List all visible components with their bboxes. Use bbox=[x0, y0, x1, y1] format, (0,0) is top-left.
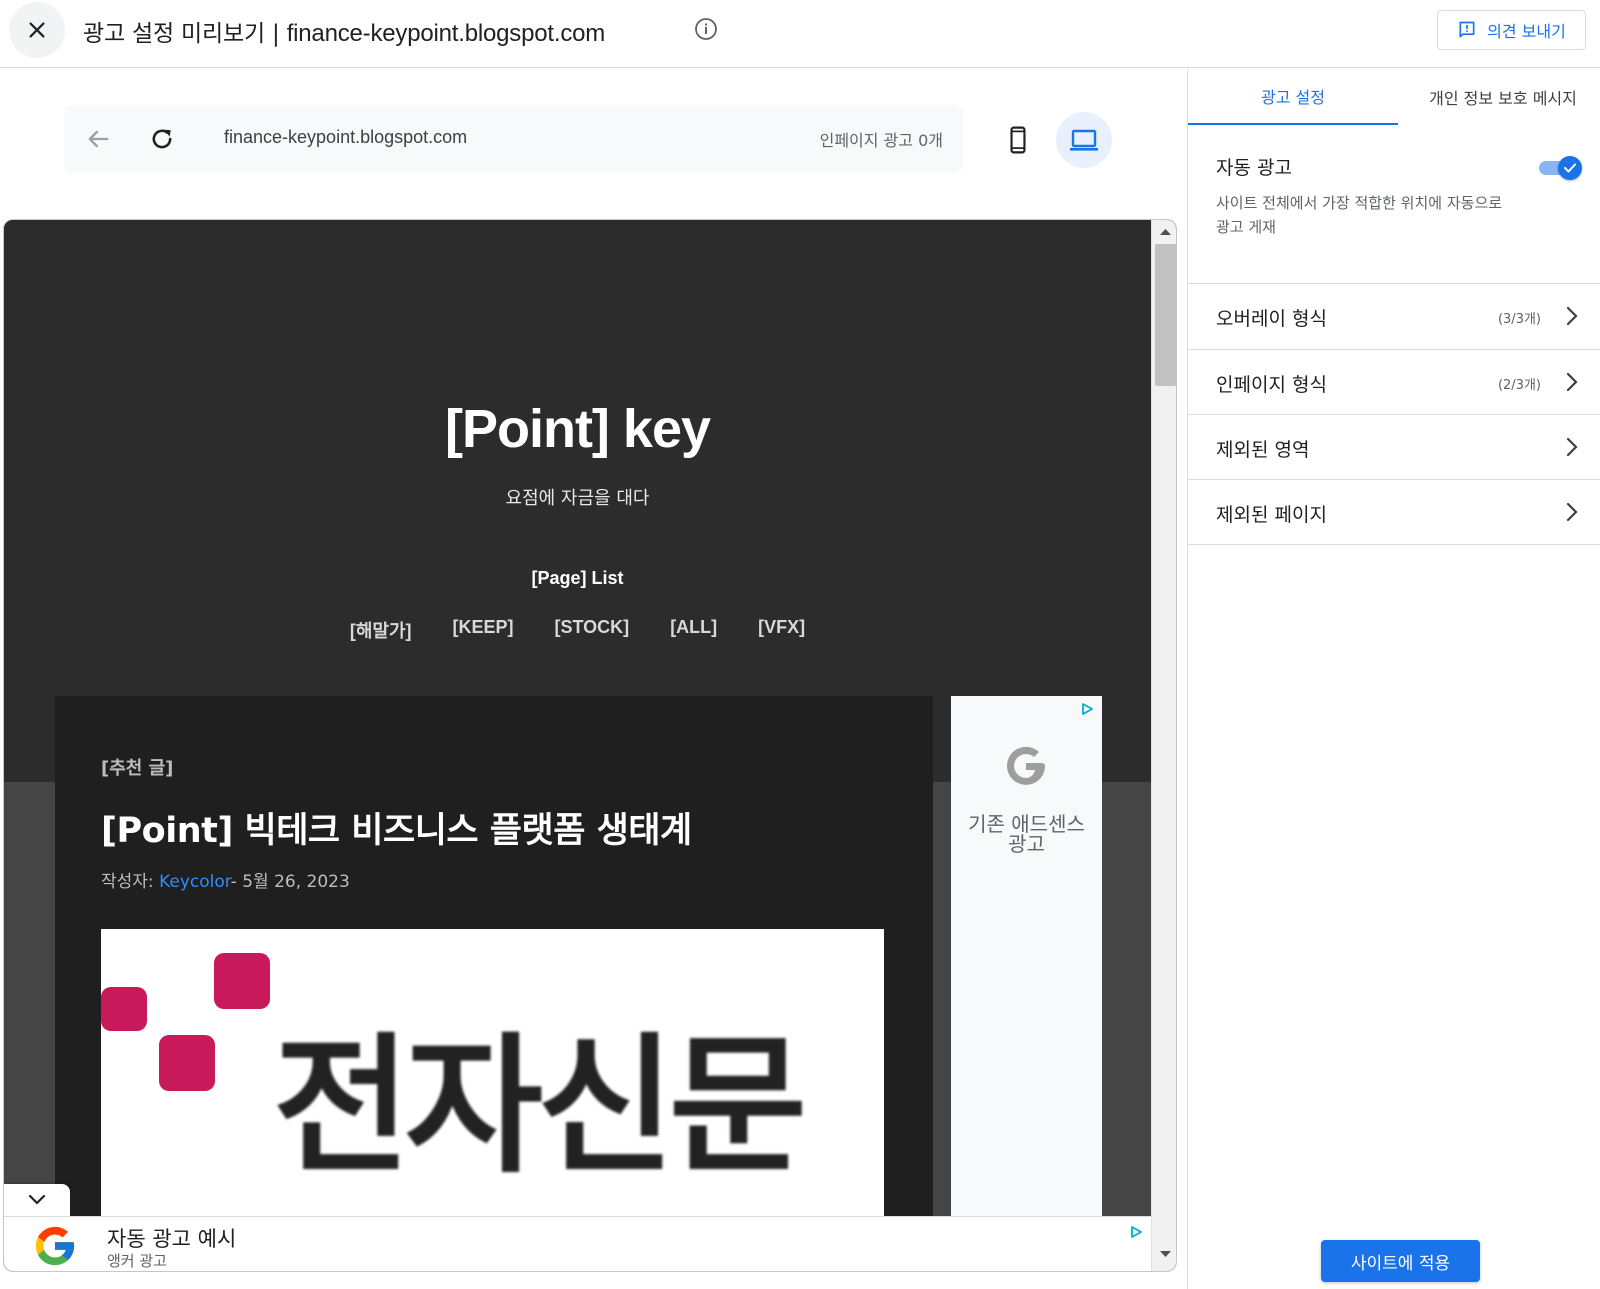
scroll-up-arrow-icon[interactable] bbox=[1160, 228, 1171, 236]
page-list-heading: [Page] List bbox=[531, 568, 624, 588]
menu-item-stock[interactable]: [STOCK] bbox=[555, 617, 630, 643]
menu-item-all[interactable]: [ALL] bbox=[670, 617, 717, 643]
row-count: (2/3개) bbox=[1497, 378, 1541, 393]
post-meta: 작성자: Keycolor- 5월 26, 2023 bbox=[101, 867, 350, 892]
info-icon[interactable] bbox=[694, 17, 718, 41]
apply-to-site-button[interactable]: 사이트에 적용 bbox=[1321, 1240, 1480, 1282]
inpage-ad-count: 인페이지 광고 0개 bbox=[819, 131, 943, 150]
settings-panel: 광고 설정 개인 정보 보호 메시지 자동 광고 사이트 전체에서 가장 적합한… bbox=[1187, 69, 1600, 1289]
row-label: 오버레이 형식 bbox=[1216, 308, 1327, 330]
menu-item-vfx[interactable]: [VFX] bbox=[758, 617, 805, 643]
chevron-right-icon bbox=[1566, 502, 1578, 522]
mobile-preview-button[interactable] bbox=[996, 118, 1040, 162]
chevron-right-icon bbox=[1566, 437, 1578, 457]
feedback-button[interactable]: 의견 보내기 bbox=[1437, 10, 1586, 50]
anchor-ad-subtitle: 앵커 광고 bbox=[107, 1252, 167, 1270]
google-g-icon bbox=[35, 1226, 75, 1266]
scrollbar-thumb[interactable] bbox=[1155, 244, 1176, 386]
author-prefix: 작성자: bbox=[101, 872, 160, 892]
divider bbox=[1188, 544, 1600, 545]
side-ad-line1: 기존 애드센스 bbox=[968, 812, 1085, 836]
chevron-right-icon bbox=[1566, 372, 1578, 392]
etnews-logo-text: 전자신문 bbox=[273, 1020, 807, 1194]
preview-url: finance-keypoint.blogspot.com bbox=[224, 127, 468, 147]
anchor-ad[interactable]: 자동 광고 예시 앵커 광고 bbox=[4, 1216, 1151, 1271]
auto-ads-toggle[interactable] bbox=[1539, 156, 1583, 180]
chevron-right-icon bbox=[1566, 306, 1578, 326]
side-display-ad[interactable]: 기존 애드센스 광고 bbox=[951, 696, 1102, 1271]
scroll-down-arrow-icon[interactable] bbox=[1160, 1250, 1171, 1258]
row-count: (3/3개) bbox=[1497, 312, 1541, 327]
blog-title: [Point] key bbox=[444, 399, 711, 459]
tab-privacy-messages[interactable]: 개인 정보 보호 메시지 bbox=[1398, 69, 1600, 125]
menu-item-haemalga[interactable]: [해말가] bbox=[350, 617, 412, 643]
check-icon bbox=[1564, 163, 1576, 173]
panel-tabs: 광고 설정 개인 정보 보호 메시지 bbox=[1188, 69, 1600, 125]
feedback-label: 의견 보내기 bbox=[1487, 22, 1566, 41]
title-prefix: 광고 설정 미리보기 | bbox=[83, 21, 287, 47]
row-label: 제외된 영역 bbox=[1216, 439, 1310, 461]
featured-post: [추천 글] [Point] 빅테크 비즈니스 플랫폼 생태계 작성자: Key… bbox=[55, 696, 933, 1271]
laptop-icon bbox=[1070, 129, 1098, 151]
author-link[interactable]: Keycolor bbox=[159, 872, 231, 892]
row-overlay-formats[interactable]: 오버레이 형식 (3/3개) bbox=[1188, 283, 1600, 349]
post-date: - 5월 26, 2023 bbox=[230, 872, 350, 892]
anchor-collapse-button[interactable] bbox=[4, 1184, 70, 1216]
mobile-phone-icon bbox=[1010, 126, 1026, 154]
blog-subtitle: 요점에 자금을 대다 bbox=[505, 488, 650, 509]
chevron-down-icon bbox=[28, 1194, 46, 1205]
anchor-ad-title: 자동 광고 예시 bbox=[107, 1227, 237, 1251]
page-title: 광고 설정 미리보기 | finance-keypoint.blogspot.c… bbox=[83, 14, 605, 48]
feedback-icon bbox=[1459, 21, 1475, 38]
close-icon bbox=[29, 22, 45, 38]
side-ad-line2: 광고 bbox=[1008, 832, 1045, 856]
blog-menu: [해말가] [KEEP] [STOCK] [ALL] [VFX] bbox=[4, 617, 1151, 643]
row-label: 인페이지 형식 bbox=[1216, 374, 1327, 396]
auto-ads-description: 사이트 전체에서 가장 적합한 위치에 자동으로 광고 게재 bbox=[1216, 194, 1503, 236]
ad-choices-icon[interactable] bbox=[1129, 1225, 1143, 1239]
google-g-icon bbox=[1007, 746, 1045, 785]
post-title[interactable]: [Point] 빅테크 비즈니스 플랫폼 생태계 bbox=[101, 802, 692, 853]
post-label: [추천 글] bbox=[101, 758, 174, 779]
preview-url-bar: finance-keypoint.blogspot.com 인페이지 광고 0개 bbox=[64, 105, 963, 173]
site-preview-frame: [Point] key 요점에 자금을 대다 [Page] List [해말가]… bbox=[3, 219, 1177, 1272]
reload-icon[interactable] bbox=[148, 125, 176, 153]
auto-ads-title: 자동 광고 bbox=[1216, 157, 1292, 179]
site-preview: [Point] key 요점에 자금을 대다 [Page] List [해말가]… bbox=[4, 220, 1151, 1271]
close-button[interactable] bbox=[9, 2, 65, 58]
row-inpage-formats[interactable]: 인페이지 형식 (2/3개) bbox=[1188, 349, 1600, 415]
preview-scrollbar[interactable] bbox=[1151, 220, 1176, 1271]
arrow-back-icon[interactable] bbox=[84, 125, 112, 153]
top-bar: 광고 설정 미리보기 | finance-keypoint.blogspot.c… bbox=[0, 0, 1600, 68]
row-label: 제외된 페이지 bbox=[1216, 504, 1327, 526]
toggle-knob bbox=[1558, 156, 1582, 180]
menu-item-keep[interactable]: [KEEP] bbox=[453, 617, 514, 643]
ad-choices-icon[interactable] bbox=[1080, 702, 1094, 716]
title-domain: finance-keypoint.blogspot.com bbox=[286, 20, 606, 47]
side-ad-text: 기존 애드센스 광고 bbox=[951, 814, 1102, 854]
tab-ad-settings[interactable]: 광고 설정 bbox=[1188, 69, 1398, 125]
desktop-preview-button[interactable] bbox=[1056, 112, 1112, 168]
etnews-logo-mark bbox=[101, 953, 270, 1091]
row-excluded-pages[interactable]: 제외된 페이지 bbox=[1188, 479, 1600, 545]
row-excluded-areas[interactable]: 제외된 영역 bbox=[1188, 414, 1600, 480]
